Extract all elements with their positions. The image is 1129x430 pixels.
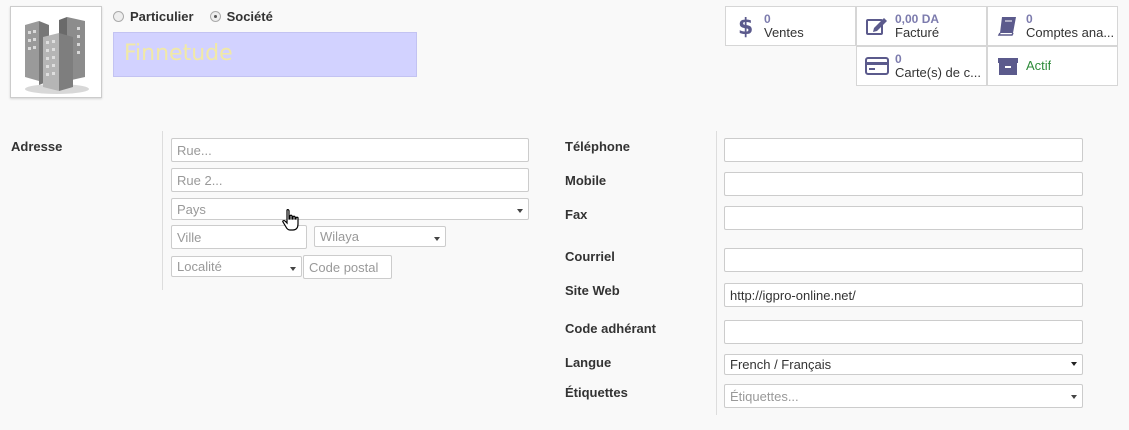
radio-societe-label[interactable]: Société (227, 9, 273, 24)
chevron-down-icon (1071, 362, 1077, 366)
invoiced-label: Facturé (895, 25, 940, 40)
contact-divider (716, 131, 717, 415)
phone-input[interactable] (724, 138, 1083, 162)
active-toggle-button[interactable]: Actif (987, 46, 1118, 86)
country-select[interactable]: Pays (171, 198, 529, 220)
credit-card-icon (865, 54, 889, 78)
tags-input[interactable]: Étiquettes... (724, 384, 1083, 408)
analytic-accounts-button[interactable]: 0 Comptes ana... (987, 6, 1118, 46)
mobile-input[interactable] (724, 172, 1083, 196)
cards-count: 0 (895, 52, 902, 66)
company-type-selector: Particulier Société (113, 9, 289, 24)
radio-particulier-label[interactable]: Particulier (130, 9, 194, 24)
street2-input[interactable]: Rue 2... (171, 168, 529, 192)
book-icon (996, 14, 1020, 38)
chevron-down-icon (290, 267, 296, 271)
member-code-label: Code adhérant (565, 321, 657, 336)
language-select[interactable]: French / Français (724, 354, 1083, 375)
locality-select[interactable]: Localité (171, 256, 302, 277)
cards-label: Carte(s) de c... (895, 65, 981, 80)
address-divider (162, 131, 163, 290)
mobile-label: Mobile (565, 173, 607, 188)
fax-label: Fax (565, 207, 588, 222)
active-label: Actif (1026, 59, 1052, 73)
svg-text:$: $ (738, 15, 753, 38)
analytic-count: 0 (1026, 12, 1033, 26)
state-select[interactable]: Wilaya (314, 226, 446, 247)
radio-particulier[interactable] (113, 11, 124, 22)
language-label: Langue (565, 355, 612, 370)
hand-cursor-icon (282, 208, 299, 231)
website-input[interactable]: http://igpro-online.net/ (724, 283, 1083, 307)
chevron-down-icon (517, 209, 523, 213)
payment-cards-button[interactable]: 0 Carte(s) de c... (856, 46, 987, 86)
company-name-input[interactable]: Finnetude (113, 32, 417, 77)
email-input[interactable] (724, 248, 1083, 272)
phone-label: Téléphone (565, 139, 631, 154)
company-avatar[interactable] (10, 6, 102, 98)
building-icon (25, 17, 89, 94)
member-code-input[interactable] (724, 320, 1083, 344)
sales-label: Ventes (764, 25, 804, 40)
dollar-icon: $ (734, 14, 758, 38)
chevron-down-icon (434, 237, 440, 241)
archive-icon (996, 54, 1020, 78)
website-label: Site Web (565, 283, 620, 298)
email-label: Courriel (565, 249, 615, 264)
language-value: French / Français (730, 357, 832, 372)
analytic-label: Comptes ana... (1026, 25, 1115, 40)
zip-input[interactable]: Code postal (303, 255, 392, 279)
street-input[interactable]: Rue... (171, 138, 529, 162)
radio-societe[interactable] (209, 11, 221, 22)
fax-input[interactable] (724, 206, 1083, 230)
invoiced-amount: 0,00 DA (895, 12, 940, 26)
edit-icon (865, 14, 889, 38)
chevron-down-icon (1071, 395, 1077, 399)
smart-buttons: $ 0 Ventes 0,00 DA Facturé 0 Comptes ana...… (725, 6, 1119, 86)
sales-button[interactable]: $ 0 Ventes (725, 6, 856, 46)
tags-label: Étiquettes (565, 385, 628, 400)
sales-count: 0 (764, 12, 771, 26)
invoiced-button[interactable]: 0,00 DA Facturé (856, 6, 987, 46)
address-label: Adresse (11, 139, 63, 154)
